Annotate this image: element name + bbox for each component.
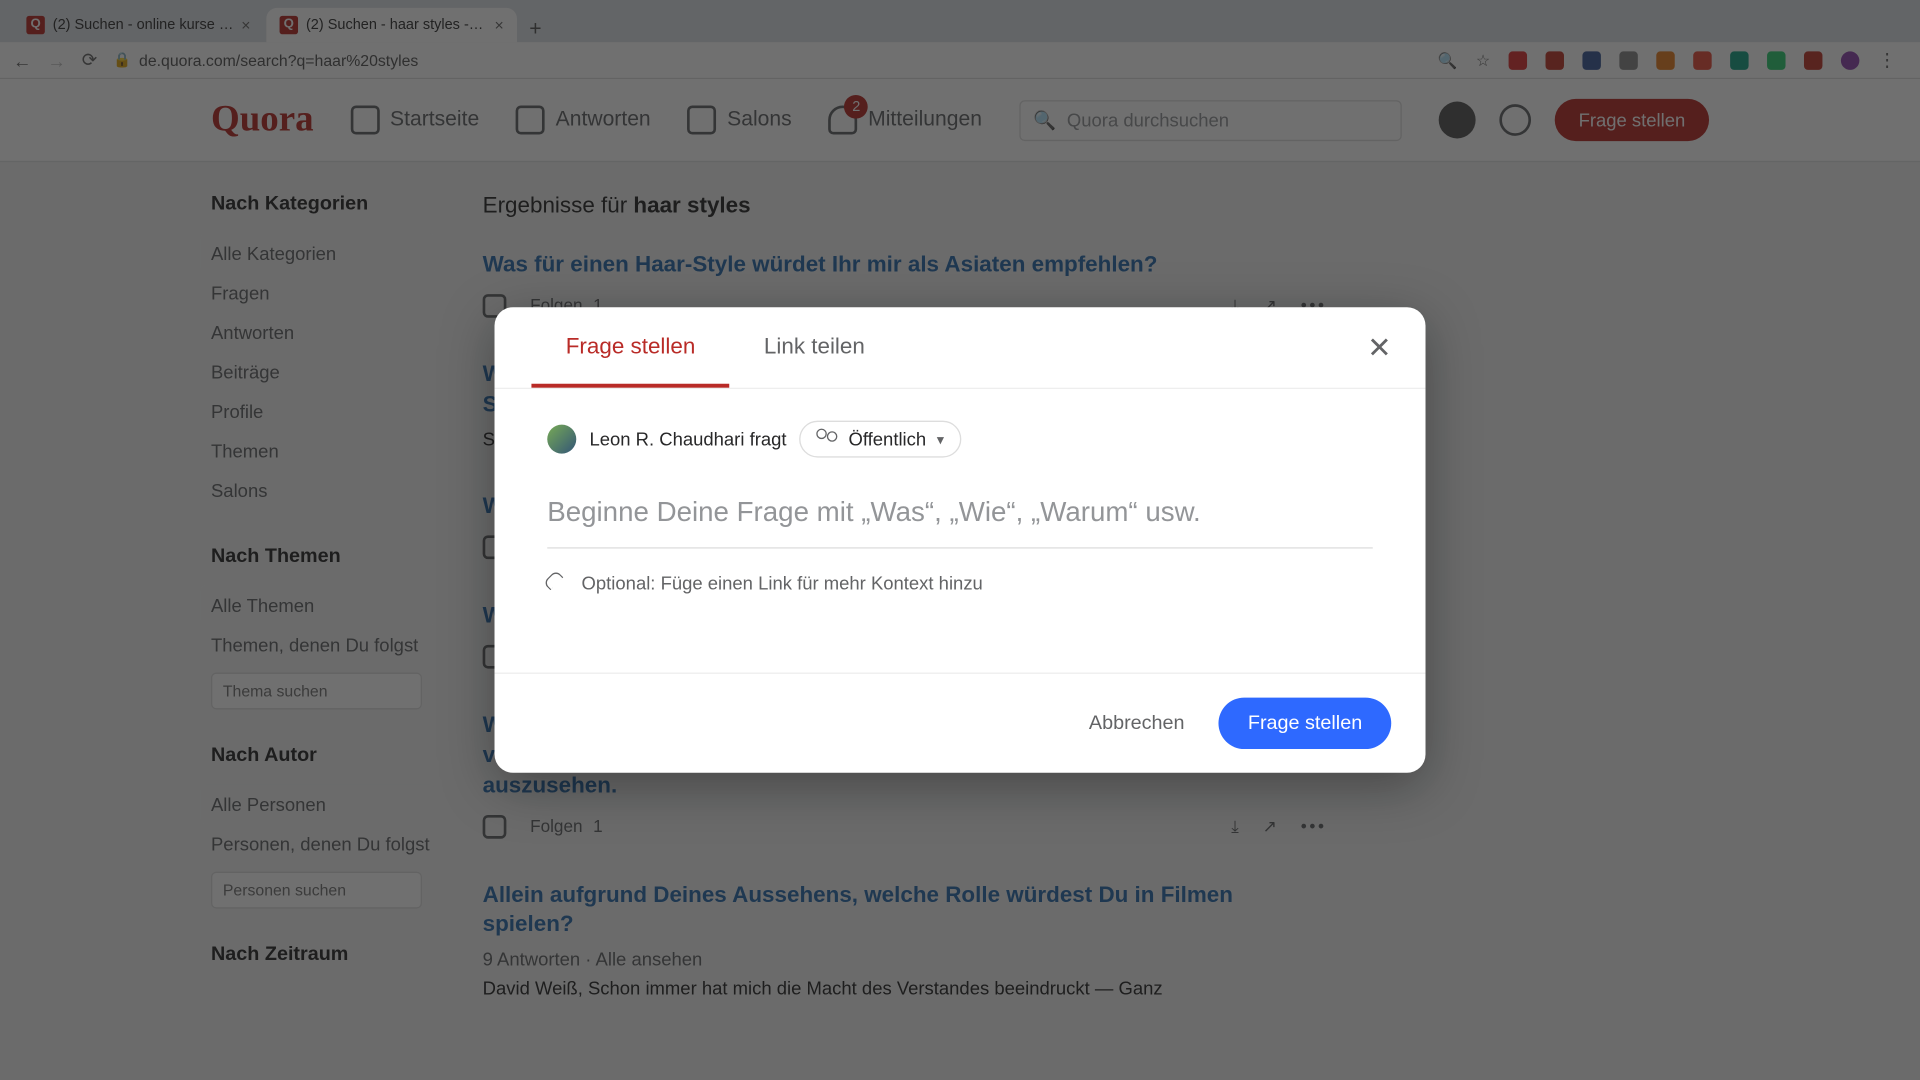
submit-question-button[interactable]: Frage stellen xyxy=(1219,698,1391,749)
asker-row: Leon R. Chaudhari fragt Öffentlich ▾ xyxy=(547,421,1373,458)
link-icon xyxy=(543,568,573,598)
tab-ask-question[interactable]: Frage stellen xyxy=(531,307,729,387)
asker-name: Leon R. Chaudhari fragt xyxy=(589,429,786,450)
visibility-selector[interactable]: Öffentlich ▾ xyxy=(800,421,961,458)
modal-tabs: Frage stellen Link teilen ✕ xyxy=(495,307,1426,389)
close-icon[interactable]: ✕ xyxy=(1360,328,1400,368)
context-link-row[interactable]: Optional: Füge einen Link für mehr Konte… xyxy=(547,572,1373,593)
visibility-label: Öffentlich xyxy=(849,429,927,450)
modal-overlay[interactable]: Frage stellen Link teilen ✕ Leon R. Chau… xyxy=(0,0,1920,1080)
ask-question-modal: Frage stellen Link teilen ✕ Leon R. Chau… xyxy=(495,307,1426,773)
link-placeholder: Optional: Füge einen Link für mehr Konte… xyxy=(582,572,983,593)
tab-share-link[interactable]: Link teilen xyxy=(730,307,900,387)
modal-body: Leon R. Chaudhari fragt Öffentlich ▾ Opt… xyxy=(495,389,1426,673)
asker-avatar xyxy=(547,425,576,454)
modal-footer: Abbrechen Frage stellen xyxy=(495,673,1426,773)
people-icon xyxy=(817,429,838,450)
question-input[interactable] xyxy=(547,487,1373,549)
chevron-down-icon: ▾ xyxy=(937,431,944,448)
cancel-button[interactable]: Abbrechen xyxy=(1081,702,1193,746)
